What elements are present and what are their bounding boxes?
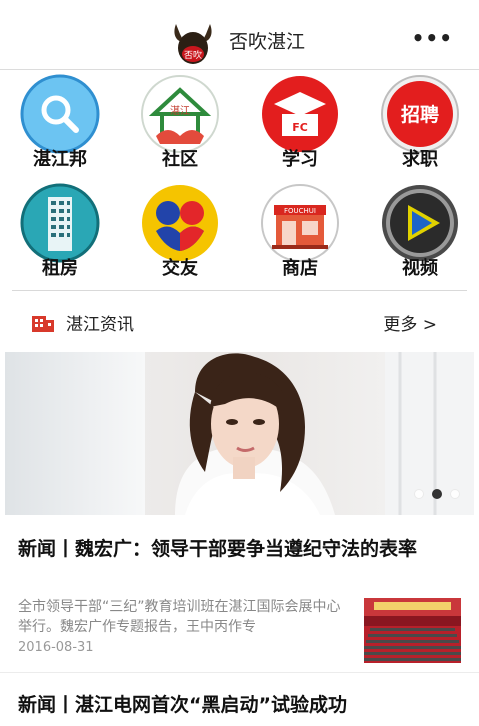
logo-text: 否吹 — [184, 49, 202, 61]
woman-portrait-photo — [5, 352, 474, 515]
news-article[interactable]: 新闻丨魏宏广：领导干部要争当遵纪守法的表率 全市领导干部“三纪”教育培训班在湛江… — [0, 528, 479, 663]
news-more-link[interactable]: 更多 > — [383, 310, 437, 335]
grid-label: 视频 — [402, 258, 438, 279]
grid-item-shop[interactable]: FOUCHUI 商店 — [240, 179, 360, 288]
banner-carousel[interactable] — [5, 352, 474, 515]
grid-item-zhanjiangbang[interactable]: 湛江邦 — [0, 70, 120, 179]
article-summary: 全市领导干部“三纪”教育培训班在湛江国际会展中心举行。魏宏广作专题报告，王中丙作… — [18, 599, 341, 635]
grid-item-study[interactable]: FC 学习 — [240, 70, 360, 179]
article-date: 2016-08-31 — [18, 640, 94, 655]
feature-grid: 湛江邦 湛江 社区 FC 学习 招聘 求职 租房 交友 FOUCHUI 商店 视… — [0, 70, 479, 288]
grid-label: 学习 — [282, 149, 318, 170]
meeting-hall-photo[interactable] — [364, 598, 461, 663]
app-header: 否吹 否吹湛江 ••• — [0, 0, 479, 70]
grid-item-video[interactable]: 视频 — [360, 179, 479, 288]
shop-icon-text: FOUCHUI — [284, 207, 316, 215]
community-icon-text: 湛江 — [170, 105, 190, 117]
news-building-icon — [32, 316, 54, 332]
grid-label: 社区 — [162, 149, 198, 170]
carousel-dot[interactable] — [450, 489, 460, 499]
carousel-dot[interactable] — [414, 489, 424, 499]
grid-label: 租房 — [42, 258, 78, 279]
study-icon-text: FC — [292, 121, 308, 134]
grid-item-rent[interactable]: 租房 — [0, 179, 120, 288]
news-section-header: 湛江资讯 更多 > — [0, 300, 479, 346]
grid-label: 湛江邦 — [33, 149, 87, 170]
recruit-icon-text: 招聘 — [401, 103, 439, 126]
grid-label: 求职 — [402, 149, 438, 170]
grid-label: 交友 — [162, 258, 198, 279]
grid-label: 商店 — [282, 258, 318, 279]
article-separator — [0, 672, 479, 673]
bull-logo-icon[interactable]: 否吹 — [170, 20, 216, 66]
grid-item-friends[interactable]: 交友 — [120, 179, 240, 288]
more-dots-icon[interactable]: ••• — [412, 28, 453, 48]
news-section-title: 湛江资讯 — [66, 315, 134, 335]
article-title[interactable]: 新闻丨魏宏广：领导干部要争当遵纪守法的表率 — [18, 534, 458, 564]
carousel-dot-active[interactable] — [432, 489, 442, 499]
grid-item-community[interactable]: 湛江 社区 — [120, 70, 240, 179]
section-divider — [12, 290, 467, 291]
app-title: 否吹湛江 — [229, 31, 306, 53]
article-title[interactable]: 新闻丨湛江电网首次“黑启动”试验成功 — [18, 690, 468, 720]
grid-item-jobs[interactable]: 招聘 求职 — [360, 70, 479, 179]
carousel-dots — [414, 489, 460, 499]
